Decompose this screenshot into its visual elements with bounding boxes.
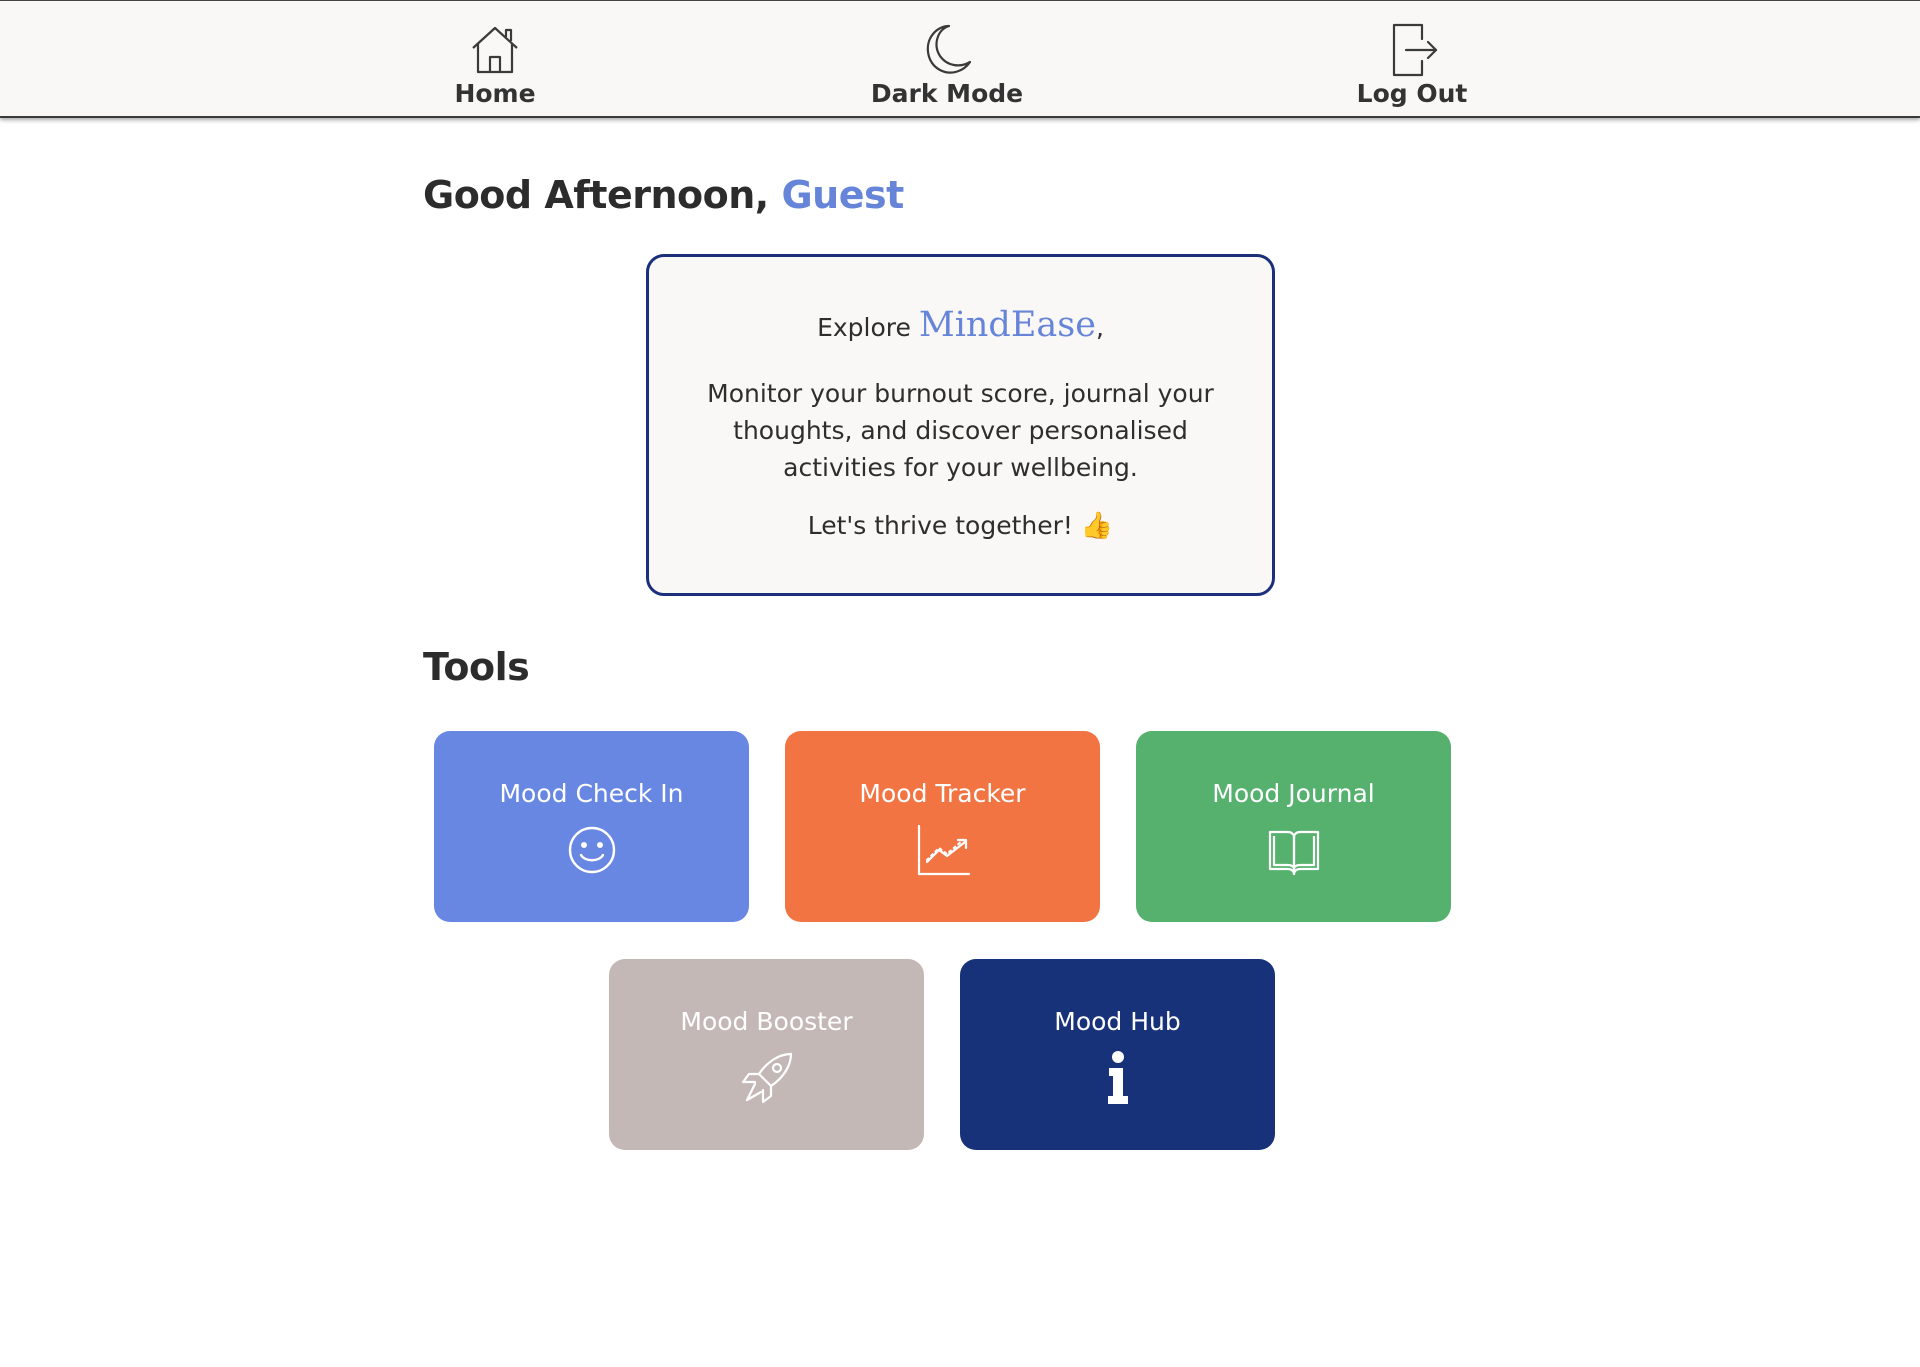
intro-description: Monitor your burnout score, journal your… (707, 379, 1214, 482)
nav-dark-mode[interactable]: Dark Mode (837, 21, 1057, 108)
tools-heading: Tools (423, 645, 530, 689)
info-icon (1090, 1050, 1146, 1106)
smiley-icon (564, 822, 620, 878)
intro-cta-text: Let's thrive together! (807, 511, 1073, 540)
nav-home[interactable]: Home (385, 21, 605, 108)
greeting-user-name: Guest (781, 173, 904, 217)
greeting-heading: Good Afternoon, Guest (423, 173, 904, 217)
top-navigation: Home Dark Mode Log Out (0, 0, 1920, 118)
intro-title: Explore MindEase, (685, 305, 1236, 345)
chart-icon (915, 822, 971, 878)
logout-icon (1392, 23, 1438, 77)
nav-log-out[interactable]: Log Out (1302, 21, 1522, 108)
book-icon (1266, 822, 1322, 878)
mood-journal-label: Mood Journal (1212, 779, 1375, 808)
nav-home-label: Home (454, 79, 536, 108)
brand-name: MindEase (918, 305, 1096, 345)
mood-check-in-label: Mood Check In (499, 779, 684, 808)
mood-booster-card[interactable]: Mood Booster (609, 959, 924, 1150)
greeting-prefix: Good Afternoon, (423, 173, 769, 217)
nav-log-out-label: Log Out (1356, 79, 1468, 108)
rocket-icon (739, 1050, 795, 1106)
intro-comma: , (1095, 313, 1104, 342)
mood-hub-label: Mood Hub (1054, 1007, 1181, 1036)
intro-card: Explore MindEase, Monitor your burnout s… (646, 254, 1275, 596)
mood-tracker-card[interactable]: Mood Tracker (785, 731, 1100, 922)
mood-booster-label: Mood Booster (680, 1007, 853, 1036)
nav-dark-mode-label: Dark Mode (870, 79, 1024, 108)
moon-icon (926, 24, 972, 74)
mood-journal-card[interactable]: Mood Journal (1136, 731, 1451, 922)
intro-cta: Let's thrive together! 👍 (685, 511, 1236, 541)
thumbs-up-icon: 👍 (1080, 511, 1114, 541)
mood-hub-card[interactable]: Mood Hub (960, 959, 1275, 1150)
mood-check-in-card[interactable]: Mood Check In (434, 731, 749, 922)
home-icon (472, 26, 518, 74)
intro-explore-text: Explore (817, 313, 911, 342)
mood-tracker-label: Mood Tracker (859, 779, 1026, 808)
